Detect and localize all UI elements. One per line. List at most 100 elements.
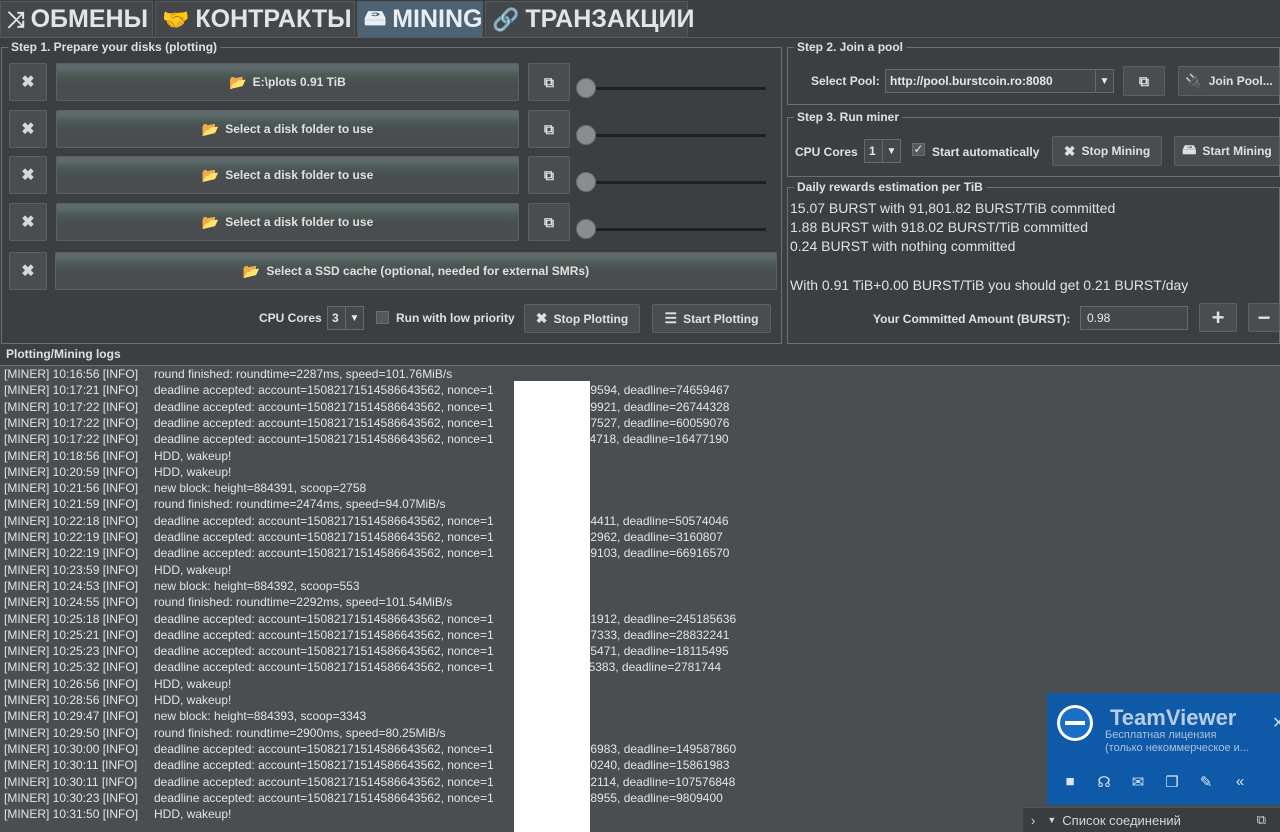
log-prefix: [MINER] 10:18:56 [INFO] xyxy=(4,448,139,463)
log-line: [MINER] 10:28:56 [INFO] HDD, wakeup! xyxy=(4,692,231,708)
redaction-block xyxy=(514,381,590,832)
increase-commitment-button[interactable]: + xyxy=(1199,303,1237,332)
tab-transactions[interactable]: 🔗 ТРАНЗАКЦИИ xyxy=(485,1,694,37)
open-disk-button[interactable]: ⧉ xyxy=(528,203,570,241)
log-message: new block: height=884393, scoop=3343 xyxy=(154,709,367,724)
log-message: deadline accepted: account=1508217151458… xyxy=(154,513,729,528)
log-message: deadline accepted: account=1508217151458… xyxy=(154,758,730,773)
close-icon: ✖ xyxy=(21,214,35,231)
external-link-icon: ⧉ xyxy=(1139,72,1149,89)
disk-slider[interactable] xyxy=(576,172,766,192)
remove-disk-button[interactable]: ✖ xyxy=(9,110,47,148)
join-pool-button[interactable]: 🔌 Join Pool... xyxy=(1178,66,1280,96)
reward-line: 1.88 BURST with 918.02 BURST/TiB committ… xyxy=(790,219,1088,235)
join-pool-label: Join Pool... xyxy=(1208,74,1273,88)
remove-ssd-button[interactable]: ✖ xyxy=(9,252,47,290)
tab-contracts[interactable]: 🤝 КОНТРАКТЫ xyxy=(155,1,355,37)
committed-amount-input[interactable]: 0.98 xyxy=(1080,306,1188,330)
log-prefix: [MINER] 10:30:23 [INFO] xyxy=(4,790,139,805)
log-message: deadline accepted: account=1508217151458… xyxy=(154,741,737,756)
tab-mining[interactable]: 🖴 MINING xyxy=(357,1,483,37)
log-prefix: [MINER] 10:28:56 [INFO] xyxy=(4,693,139,707)
plot-cpu-cores-select[interactable]: 3 ▼ xyxy=(327,306,364,330)
chevron-right-icon[interactable]: › xyxy=(1031,813,1035,828)
log-line: [MINER] 10:21:56 [INFO] new block: height… xyxy=(4,480,366,496)
log-line: [MINER] 10:26:56 [INFO] HDD, wakeup! xyxy=(4,676,231,692)
disk-slider[interactable] xyxy=(576,125,766,145)
log-line: [MINER] 10:30:11 [INFO] deadline accepted… xyxy=(4,774,735,790)
log-message: HDD, wakeup! xyxy=(154,464,232,479)
remove-disk-button[interactable]: ✖ xyxy=(9,156,47,194)
close-icon: ✖ xyxy=(1063,142,1076,159)
low-priority-checkbox[interactable] xyxy=(376,311,389,324)
slider-knob[interactable] xyxy=(576,219,596,239)
remove-disk-button[interactable]: ✖ xyxy=(9,203,47,241)
ssd-cache-label: Select a SSD cache (optional, needed for… xyxy=(266,264,590,278)
folder-open-icon: 📂 xyxy=(229,73,247,90)
tab-exchanges[interactable]: ⤨ ОБМЕНЫ xyxy=(0,1,153,37)
teamviewer-connections-bar[interactable]: › ▼ Список соединений ⧉ xyxy=(1023,807,1280,832)
log-line: [MINER] 10:21:59 [INFO] round finished: r… xyxy=(4,496,446,512)
chevron-down-icon: ▼ xyxy=(1047,815,1057,825)
log-prefix: [MINER] 10:29:50 [INFO] xyxy=(4,725,139,740)
collapse-icon[interactable]: « xyxy=(1229,773,1251,791)
log-line: [MINER] 10:20:59 [INFO] HDD, wakeup! xyxy=(4,464,231,480)
pin-icon[interactable]: ✎ xyxy=(1195,773,1217,791)
disk-folder-label: Select a disk folder to use xyxy=(225,215,374,229)
log-prefix: [MINER] 10:22:19 [INFO] xyxy=(4,546,139,561)
teamviewer-toolbar: ■ ☊ ✉ ❐ ✎ « xyxy=(1059,773,1251,791)
chat-icon[interactable]: ✉ xyxy=(1127,773,1149,791)
slider-track xyxy=(582,181,766,184)
tab-label: КОНТРАКТЫ xyxy=(195,5,352,33)
files-icon[interactable]: ❐ xyxy=(1161,773,1183,791)
start-automatically-checkbox[interactable]: ✓ xyxy=(912,143,925,156)
log-line: [MINER] 10:30:23 [INFO] deadline accepted… xyxy=(4,790,723,806)
slider-knob[interactable] xyxy=(576,125,596,145)
log-line: [MINER] 10:16:56 [INFO] round finished: r… xyxy=(4,366,452,382)
log-message: HDD, wakeup! xyxy=(154,562,232,577)
disk-slider[interactable] xyxy=(576,78,766,98)
connections-label: Список соединений xyxy=(1062,812,1181,828)
start-plotting-button[interactable]: ☰ Start Plotting xyxy=(652,304,771,333)
pool-select[interactable]: http://pool.burstcoin.ro:8080 ▼ xyxy=(885,69,1114,93)
folder-open-icon: 📂 xyxy=(201,166,220,183)
database-icon: ☰ xyxy=(664,310,678,326)
slider-knob[interactable] xyxy=(576,172,596,192)
log-message: HDD, wakeup! xyxy=(154,448,232,463)
slider-knob[interactable] xyxy=(576,78,596,98)
log-message: deadline accepted: account=1508217151458… xyxy=(154,415,730,430)
disk-slider[interactable] xyxy=(576,219,766,239)
mine-cpu-cores-select[interactable]: 1 ▼ xyxy=(864,139,901,163)
open-disk-button[interactable]: ⧉ xyxy=(528,110,570,148)
ssd-cache-button[interactable]: 📂 Select a SSD cache (optional, needed fo… xyxy=(55,252,777,290)
disk-folder-button[interactable]: 📂 Select a disk folder to use xyxy=(56,156,519,194)
log-prefix: [MINER] 10:24:53 [INFO] xyxy=(4,578,139,593)
disk-folder-button[interactable]: 📂 Select a disk folder to use xyxy=(56,203,519,241)
log-line: [MINER] 10:30:00 [INFO] deadline accepted… xyxy=(4,741,736,757)
start-mining-button[interactable]: 🖴 Start Mining xyxy=(1174,136,1280,166)
video-icon[interactable]: ■ xyxy=(1059,773,1081,791)
log-line: [MINER] 10:29:47 [INFO] new block: height… xyxy=(4,708,366,724)
slider-track xyxy=(582,134,766,137)
tab-label: ОБМЕНЫ xyxy=(30,5,149,33)
log-prefix: [MINER] 10:25:23 [INFO] xyxy=(4,644,139,659)
remove-disk-button[interactable]: ✖ xyxy=(9,63,47,101)
tab-label: ТРАНЗАКЦИИ xyxy=(525,5,695,33)
open-pool-button[interactable]: ⧉ xyxy=(1123,66,1165,96)
log-message: HDD, wakeup! xyxy=(154,693,232,707)
log-prefix: [MINER] 10:17:22 [INFO] xyxy=(4,415,139,430)
close-icon[interactable]: ✕ xyxy=(1272,713,1280,733)
headset-icon[interactable]: ☊ xyxy=(1093,773,1115,791)
open-disk-button[interactable]: ⧉ xyxy=(528,63,570,101)
disk-folder-button[interactable]: 📂 E:\plots 0.91 TiB xyxy=(56,63,519,101)
open-disk-button[interactable]: ⧉ xyxy=(528,156,570,194)
log-prefix: [MINER] 10:20:59 [INFO] xyxy=(4,464,139,479)
stop-mining-button[interactable]: ✖ Stop Mining xyxy=(1052,136,1162,166)
external-link-icon[interactable]: ⧉ xyxy=(1257,812,1266,828)
log-message: round finished: roundtime=2287ms, speed=… xyxy=(154,367,453,381)
decrease-commitment-button[interactable]: − xyxy=(1248,303,1280,332)
disk-folder-button[interactable]: 📂 Select a disk folder to use xyxy=(56,110,519,148)
log-message: new block: height=884392, scoop=553 xyxy=(154,578,360,593)
stop-plotting-button[interactable]: ✖ Stop Plotting xyxy=(524,304,640,333)
low-priority-label: Run with low priority xyxy=(396,311,515,325)
